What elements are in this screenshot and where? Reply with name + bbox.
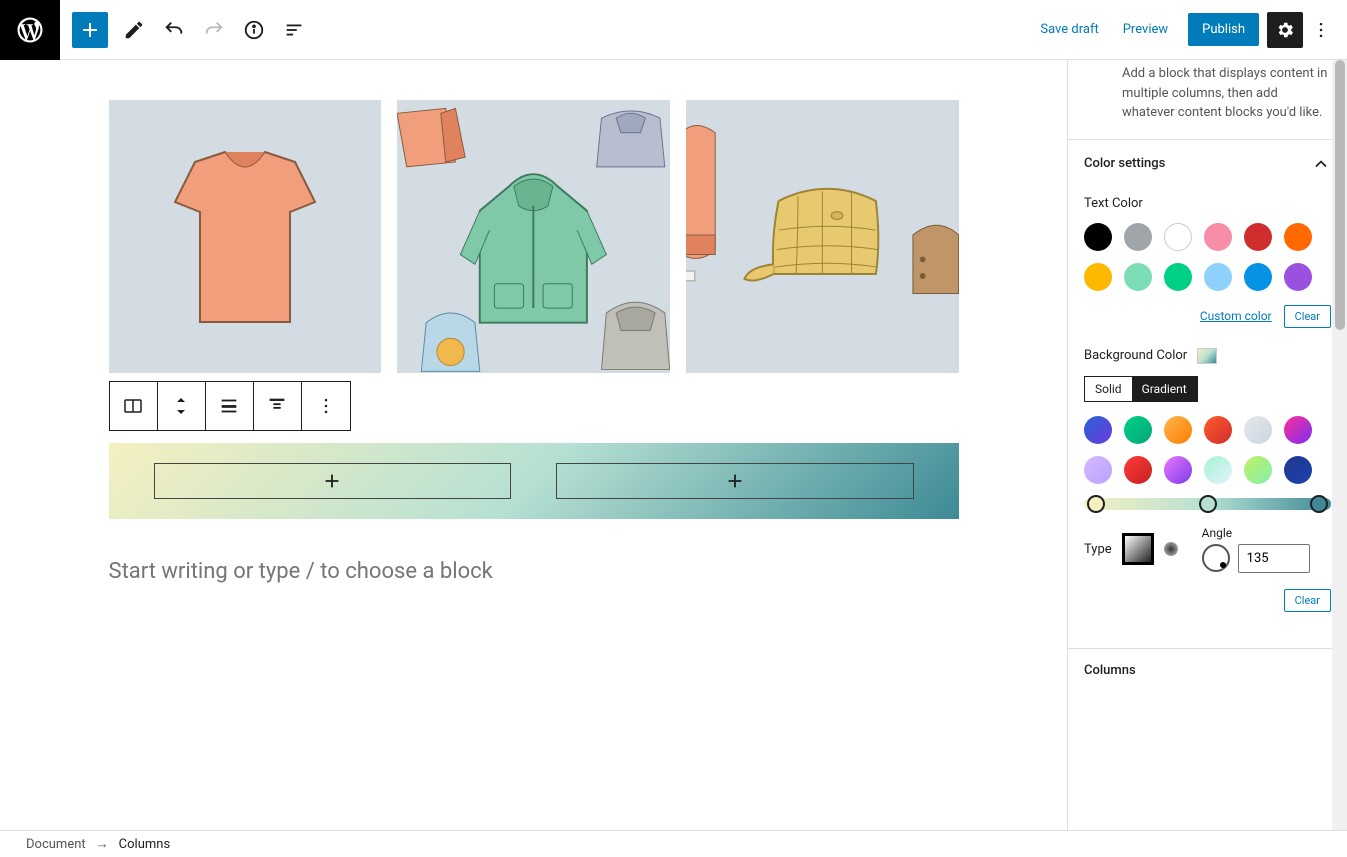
column-appender-2[interactable] bbox=[556, 463, 914, 499]
linear-gradient-button[interactable] bbox=[1122, 533, 1154, 565]
background-color-label: Background Color bbox=[1084, 348, 1187, 363]
gradient-swatch[interactable] bbox=[1164, 456, 1192, 484]
settings-button[interactable] bbox=[1267, 12, 1303, 48]
color-swatch[interactable] bbox=[1084, 223, 1112, 251]
gradient-swatch[interactable] bbox=[1084, 456, 1112, 484]
gradient-swatch[interactable] bbox=[1204, 456, 1232, 484]
gradient-stop-1[interactable] bbox=[1087, 495, 1105, 513]
breadcrumb-arrow-icon: → bbox=[96, 836, 109, 852]
editor-topbar: Save draft Preview Publish bbox=[0, 0, 1347, 60]
preview-link[interactable]: Preview bbox=[1111, 22, 1180, 37]
clear-text-color-button[interactable]: Clear bbox=[1284, 305, 1331, 328]
columns-type-icon[interactable] bbox=[110, 382, 158, 430]
gradient-swatch[interactable] bbox=[1084, 416, 1112, 444]
wordpress-logo[interactable] bbox=[0, 0, 60, 60]
info-button[interactable] bbox=[236, 12, 272, 48]
color-swatch[interactable] bbox=[1124, 263, 1152, 291]
gradient-swatch[interactable] bbox=[1284, 416, 1312, 444]
sidebar-scrollbar-track[interactable] bbox=[1332, 60, 1347, 830]
gradient-swatch[interactable] bbox=[1284, 456, 1312, 484]
block-toolbar bbox=[109, 381, 351, 431]
angle-input[interactable] bbox=[1238, 544, 1310, 573]
more-menu-button[interactable] bbox=[1303, 12, 1339, 48]
column-appender-1[interactable] bbox=[154, 463, 512, 499]
gradient-stop-3[interactable] bbox=[1310, 495, 1328, 513]
breadcrumb-current[interactable]: Columns bbox=[119, 837, 171, 852]
tab-gradient[interactable]: Gradient bbox=[1132, 377, 1197, 401]
image-row bbox=[109, 100, 959, 373]
color-swatch[interactable] bbox=[1204, 263, 1232, 291]
columns-block[interactable] bbox=[109, 443, 959, 519]
text-color-swatches bbox=[1084, 223, 1331, 291]
image-hoodies[interactable] bbox=[397, 100, 670, 373]
editor-canvas[interactable]: Start writing or type / to choose a bloc… bbox=[0, 60, 1067, 830]
outline-button[interactable] bbox=[276, 12, 312, 48]
clear-background-button[interactable]: Clear bbox=[1284, 589, 1331, 612]
gradient-bar[interactable] bbox=[1084, 498, 1331, 510]
move-updown-icon[interactable] bbox=[158, 382, 206, 430]
color-swatch[interactable] bbox=[1124, 223, 1152, 251]
edit-icon[interactable] bbox=[116, 12, 152, 48]
gradient-swatch[interactable] bbox=[1244, 456, 1272, 484]
vertical-align-icon[interactable] bbox=[254, 382, 302, 430]
redo-button[interactable] bbox=[196, 12, 232, 48]
gradient-swatch[interactable] bbox=[1204, 416, 1232, 444]
block-more-icon[interactable] bbox=[302, 382, 350, 430]
color-type-tabs: Solid Gradient bbox=[1084, 376, 1198, 402]
color-swatch[interactable] bbox=[1164, 263, 1192, 291]
sidebar-scrollbar-thumb[interactable] bbox=[1335, 60, 1345, 330]
color-swatch[interactable] bbox=[1284, 263, 1312, 291]
gradient-swatch[interactable] bbox=[1124, 456, 1152, 484]
breadcrumb-root[interactable]: Document bbox=[26, 837, 86, 852]
radial-gradient-button[interactable] bbox=[1164, 542, 1178, 556]
color-swatch[interactable] bbox=[1204, 223, 1232, 251]
color-swatch[interactable] bbox=[1244, 263, 1272, 291]
tab-solid[interactable]: Solid bbox=[1085, 377, 1132, 401]
save-draft-link[interactable]: Save draft bbox=[1028, 22, 1110, 37]
image-hats[interactable] bbox=[686, 100, 959, 373]
gradient-swatch[interactable] bbox=[1124, 416, 1152, 444]
angle-label: Angle bbox=[1202, 526, 1310, 540]
columns-header[interactable]: Columns bbox=[1068, 648, 1347, 692]
gradient-swatch[interactable] bbox=[1244, 416, 1272, 444]
breadcrumb: Document → Columns bbox=[0, 830, 1347, 857]
gradient-swatch[interactable] bbox=[1164, 416, 1192, 444]
publish-button[interactable]: Publish bbox=[1188, 13, 1259, 46]
add-block-button[interactable] bbox=[72, 12, 108, 48]
gradient-stop-2[interactable] bbox=[1199, 495, 1217, 513]
color-swatch[interactable] bbox=[1164, 223, 1192, 251]
chevron-up-icon bbox=[1311, 154, 1331, 174]
gradient-type-label: Type bbox=[1084, 542, 1112, 557]
color-swatch[interactable] bbox=[1244, 223, 1272, 251]
color-swatch[interactable] bbox=[1084, 263, 1112, 291]
background-color-preview bbox=[1197, 348, 1217, 364]
color-swatch[interactable] bbox=[1284, 223, 1312, 251]
text-color-label: Text Color bbox=[1084, 196, 1331, 211]
default-block-placeholder[interactable]: Start writing or type / to choose a bloc… bbox=[109, 559, 959, 584]
gradient-swatches bbox=[1084, 416, 1331, 484]
settings-sidebar: Add a block that displays content in mul… bbox=[1067, 60, 1347, 830]
color-settings-header[interactable]: Color settings bbox=[1068, 139, 1347, 188]
angle-circle-control[interactable] bbox=[1202, 544, 1230, 572]
undo-button[interactable] bbox=[156, 12, 192, 48]
align-icon[interactable] bbox=[206, 382, 254, 430]
image-tshirt[interactable] bbox=[109, 100, 382, 373]
custom-color-link[interactable]: Custom color bbox=[1200, 309, 1272, 323]
block-description: Add a block that displays content in mul… bbox=[1068, 60, 1347, 139]
